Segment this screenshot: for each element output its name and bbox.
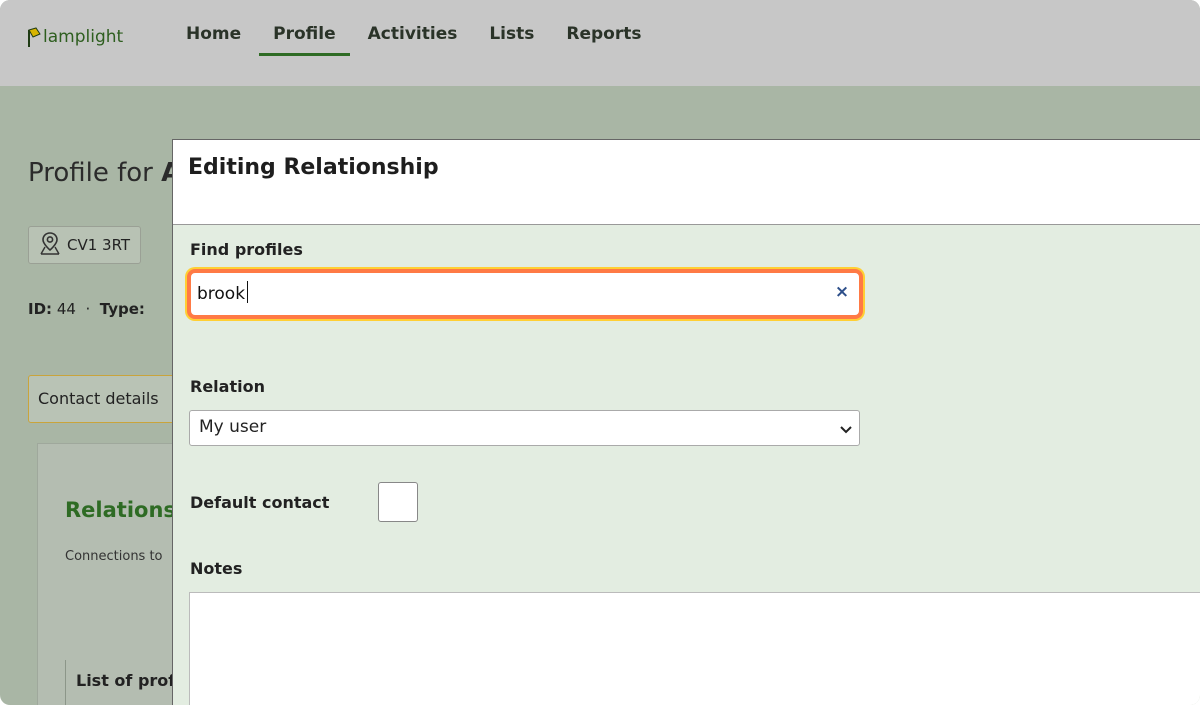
app-logo[interactable]: lamplight bbox=[26, 20, 123, 48]
nav-profile[interactable]: Profile bbox=[259, 22, 351, 56]
nav-home[interactable]: Home bbox=[186, 22, 241, 56]
nav-lists[interactable]: Lists bbox=[489, 22, 534, 56]
app-frame: lamplight Home Profile Activities Lists … bbox=[0, 0, 1200, 705]
list-of-profiles-heading: List of prof bbox=[65, 660, 185, 705]
page-title-prefix: Profile for bbox=[28, 158, 153, 188]
type-label: Type: bbox=[99, 300, 145, 318]
default-contact-label: Default contact bbox=[190, 493, 330, 512]
main-nav: Home Profile Activities Lists Reports bbox=[186, 22, 673, 56]
find-profiles-field[interactable]: × bbox=[187, 269, 863, 319]
notes-label: Notes bbox=[190, 559, 243, 578]
find-profiles-label: Find profiles bbox=[190, 240, 303, 259]
default-contact-checkbox[interactable] bbox=[378, 482, 418, 522]
relation-label: Relation bbox=[190, 377, 265, 396]
relations-subtitle: Connections to bbox=[65, 549, 163, 564]
profile-meta: ID: 44 · Type: bbox=[28, 300, 145, 318]
meta-separator: · bbox=[85, 300, 91, 318]
postcode-button[interactable]: CV1 3RT bbox=[28, 226, 141, 264]
notes-textarea[interactable] bbox=[189, 592, 1200, 705]
chevron-down-icon bbox=[839, 421, 853, 441]
editing-relationship-dialog: Editing Relationship Find profiles × Rel… bbox=[172, 139, 1200, 705]
relation-selected-value: My user bbox=[199, 417, 267, 437]
id-label: ID: bbox=[28, 300, 53, 318]
logo-text: lamplight bbox=[43, 27, 124, 47]
postcode-text: CV1 3RT bbox=[67, 236, 131, 254]
nav-reports[interactable]: Reports bbox=[566, 22, 641, 56]
dialog-title: Editing Relationship bbox=[188, 155, 439, 180]
map-pin-icon bbox=[37, 230, 67, 260]
clear-icon[interactable]: × bbox=[831, 280, 853, 304]
tab-contact-details[interactable]: Contact details bbox=[28, 375, 188, 423]
find-profiles-input[interactable] bbox=[195, 278, 835, 310]
text-caret bbox=[247, 281, 248, 303]
relation-select[interactable]: My user bbox=[189, 410, 860, 446]
lamp-icon bbox=[26, 26, 42, 48]
dialog-header: Editing Relationship bbox=[173, 140, 1200, 225]
relations-heading: Relations bbox=[65, 498, 176, 522]
top-navbar: lamplight Home Profile Activities Lists … bbox=[0, 0, 1200, 86]
nav-activities[interactable]: Activities bbox=[368, 22, 458, 56]
page-title: Profile for A bbox=[28, 158, 181, 188]
id-value: 44 bbox=[56, 300, 76, 318]
